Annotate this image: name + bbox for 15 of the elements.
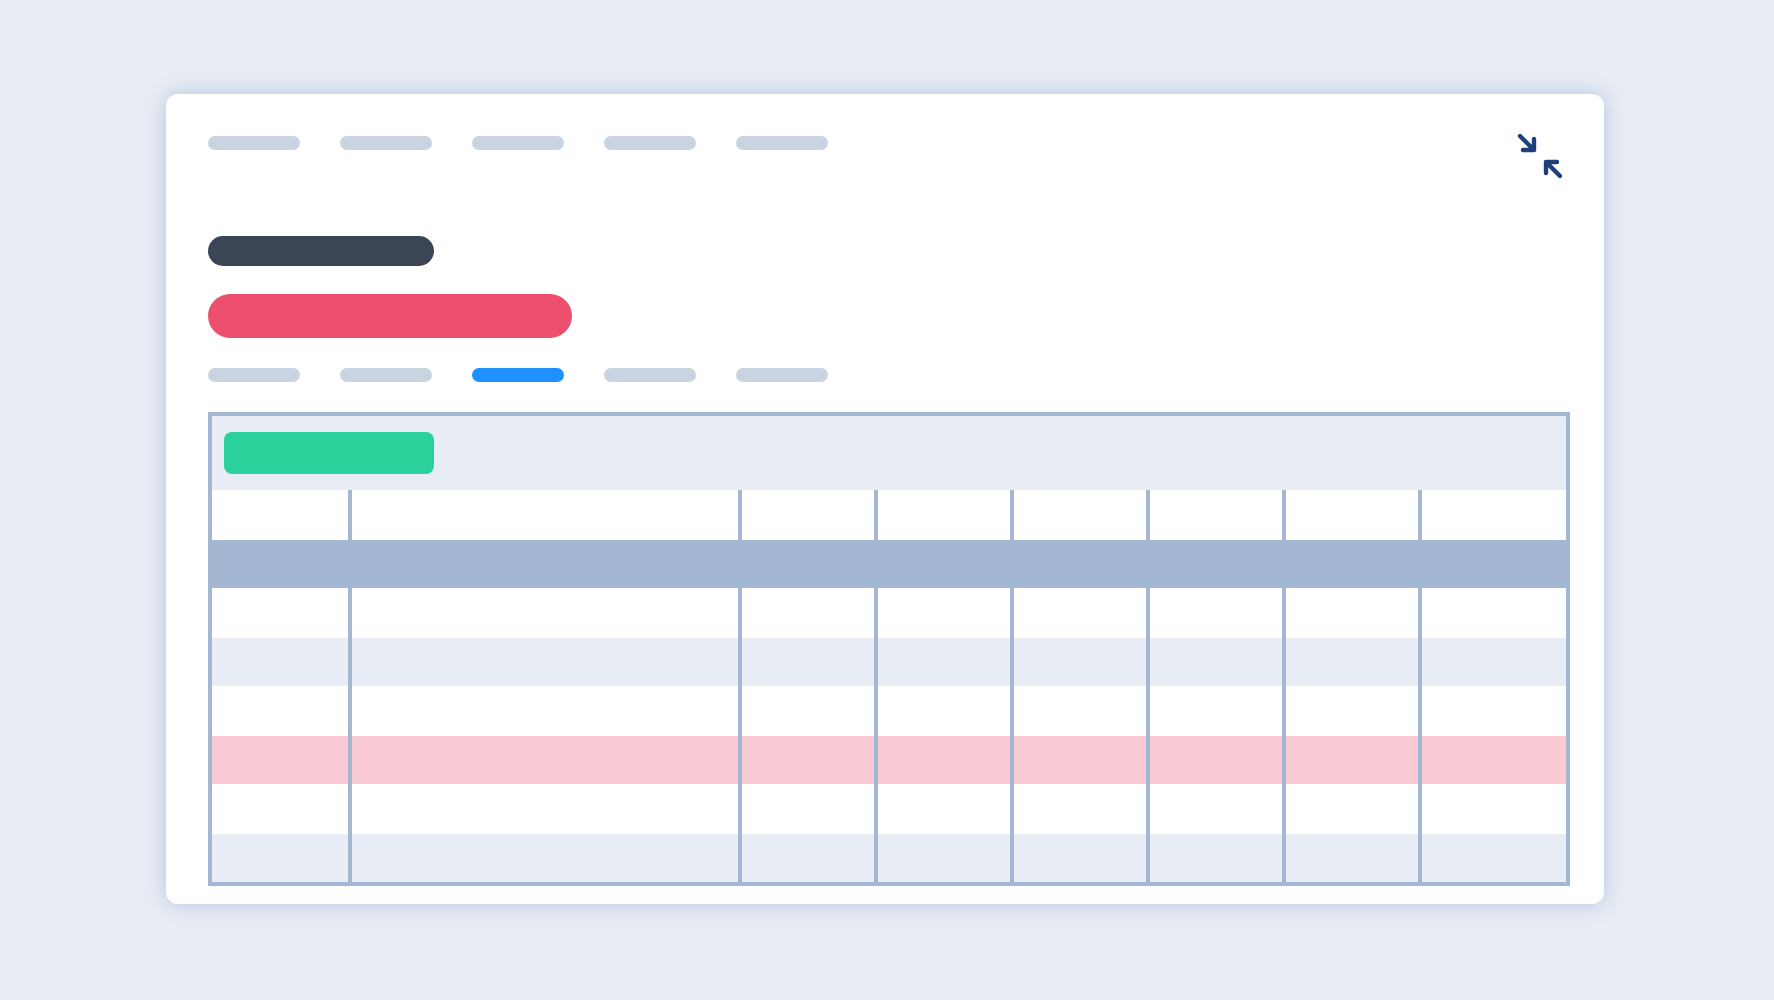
tab[interactable]: [208, 368, 300, 382]
tab[interactable]: [604, 368, 696, 382]
menu-item-placeholder[interactable]: [736, 136, 828, 150]
menu-item-placeholder[interactable]: [340, 136, 432, 150]
collapse-icon[interactable]: [1516, 132, 1564, 180]
tab[interactable]: [472, 368, 564, 382]
menu-item-placeholder[interactable]: [604, 136, 696, 150]
table-row[interactable]: [212, 735, 1566, 784]
menu-item-placeholder[interactable]: [472, 136, 564, 150]
action-button[interactable]: [224, 432, 434, 474]
menu-item-placeholder[interactable]: [208, 136, 300, 150]
tab[interactable]: [340, 368, 432, 382]
table-row[interactable]: [212, 833, 1566, 882]
table-row[interactable]: [212, 637, 1566, 686]
tab[interactable]: [736, 368, 828, 382]
